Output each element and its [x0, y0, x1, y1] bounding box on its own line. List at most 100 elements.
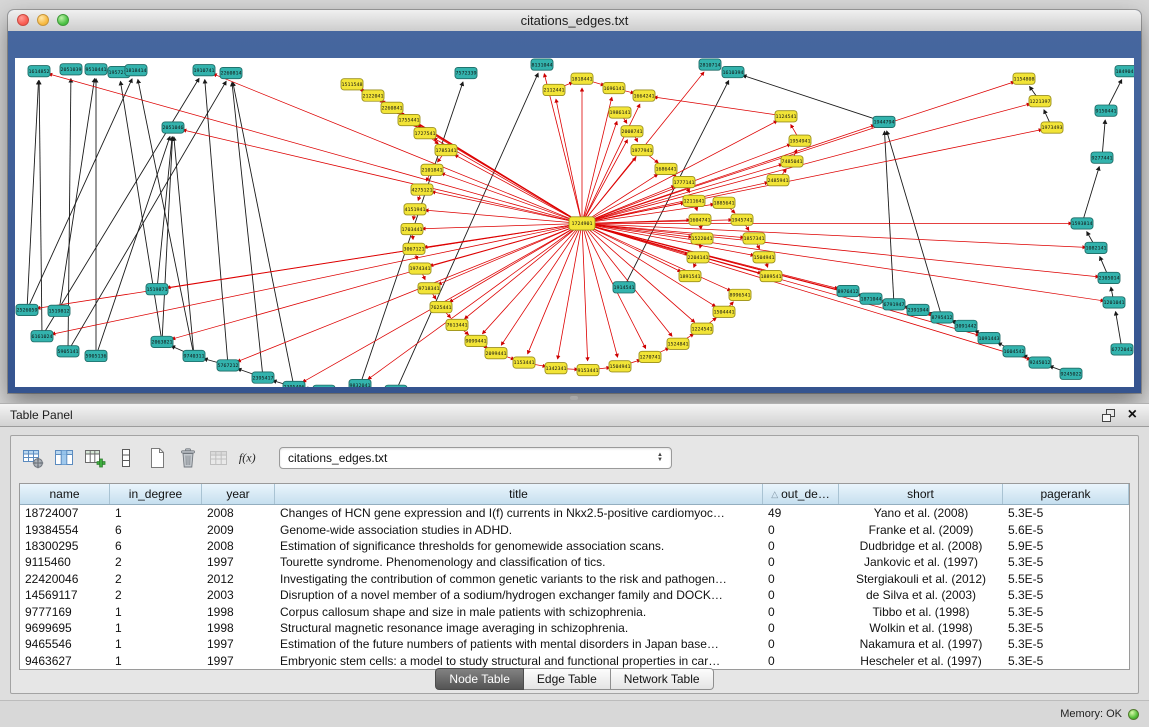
graph-edge[interactable] — [27, 81, 39, 310]
graph-edge[interactable] — [885, 131, 894, 304]
graph-node[interactable]: 1511548 — [341, 79, 363, 90]
graph-node[interactable]: 2204141 — [687, 252, 709, 263]
graph-node[interactable]: 1604542 — [1003, 346, 1025, 357]
graph-node[interactable]: 2305014 — [1098, 272, 1120, 283]
panel-splitter[interactable] — [0, 393, 1149, 403]
graph-node[interactable]: 1091443 — [978, 332, 1000, 343]
graph-node[interactable]: 2810714 — [699, 59, 721, 70]
graph-node[interactable]: 9245022 — [1060, 368, 1082, 379]
graph-node[interactable]: 2395406 — [283, 381, 305, 387]
graph-node[interactable]: 1914541 — [613, 282, 635, 293]
graph-node[interactable]: 5905136 — [85, 350, 107, 361]
graph-edge[interactable] — [582, 223, 1086, 247]
table-mode-button[interactable] — [21, 446, 45, 470]
graph-edge[interactable] — [558, 223, 582, 358]
column-header-out_de[interactable]: △out_de… — [763, 484, 839, 504]
column-header-in_degree[interactable]: in_degree — [110, 484, 202, 504]
graph-node[interactable]: 1153441 — [513, 357, 535, 368]
graph-node[interactable]: 1849041 — [1115, 66, 1134, 77]
graph-node[interactable]: 9099441 — [465, 335, 487, 346]
column-header-title[interactable]: title — [275, 484, 763, 504]
graph-node[interactable]: 1910741 — [193, 65, 215, 76]
graph-node[interactable]: 1342341 — [545, 363, 567, 374]
network-canvas-svg[interactable]: 1614852205103995104411957214181841419107… — [15, 58, 1134, 387]
graph-edge[interactable] — [1082, 167, 1099, 224]
table-row[interactable]: 946362711997Embryonic stem cells: a mode… — [20, 653, 1129, 669]
column-header-name[interactable]: name — [20, 484, 110, 504]
graph-node[interactable]: 2391944 — [907, 304, 929, 315]
graph-node[interactable]: 2063821 — [151, 336, 173, 347]
graph-node[interactable]: 2260814 — [220, 67, 242, 78]
graph-node[interactable]: 1703441 — [401, 223, 423, 234]
graph-node[interactable]: 1224541 — [691, 323, 713, 334]
graph-node[interactable]: 1891541 — [679, 270, 701, 281]
graph-node[interactable]: 2526059 — [16, 304, 38, 315]
graph-node[interactable]: 7625441 — [430, 301, 452, 312]
graph-edge[interactable] — [157, 137, 172, 289]
graph-edge[interactable] — [172, 223, 582, 339]
graph-edge[interactable] — [449, 223, 582, 302]
graph-node[interactable]: 1986141 — [609, 107, 631, 118]
graph-node[interactable]: 1664241 — [633, 90, 655, 101]
graph-node[interactable]: 1504941 — [753, 252, 775, 263]
zoom-window-button[interactable] — [57, 14, 69, 26]
splitter-handle-icon[interactable] — [570, 396, 578, 400]
close-window-button[interactable] — [17, 14, 29, 26]
graph-node[interactable]: 1614852 — [28, 66, 50, 77]
graph-node[interactable]: 1522041 — [691, 233, 713, 244]
graph-node[interactable]: 2051039 — [60, 64, 82, 75]
graph-node[interactable]: 9510441 — [85, 64, 107, 75]
graph-node[interactable]: 1082141 — [1085, 242, 1107, 253]
graph-edge[interactable] — [455, 155, 582, 224]
graph-node[interactable]: 8795412 — [931, 312, 953, 323]
graph-edge[interactable] — [213, 74, 582, 223]
graph-node[interactable]: 1755441 — [398, 114, 420, 125]
graph-node[interactable]: 6772041 — [1111, 344, 1133, 355]
new-table-button[interactable] — [145, 446, 169, 470]
graph-node[interactable]: 1519812 — [48, 305, 70, 316]
graph-node[interactable]: 1889541 — [760, 270, 782, 281]
graph-edge[interactable] — [42, 78, 199, 336]
graph-node[interactable]: 3091442 — [955, 320, 977, 331]
graph-node[interactable]: 1954941 — [789, 135, 811, 146]
graph-edge[interactable] — [49, 74, 582, 224]
graph-node[interactable]: 8976412 — [837, 285, 859, 296]
graph-node[interactable]: 1270741 — [639, 351, 661, 362]
graph-node[interactable]: 1154808 — [1013, 73, 1035, 84]
graph-node[interactable]: 1211641 — [683, 195, 705, 206]
graph-edge[interactable] — [183, 130, 582, 224]
graph-node[interactable]: 7485041 — [781, 156, 803, 167]
graph-node[interactable]: 1944794 — [873, 116, 895, 127]
graph-node[interactable]: 1519871 — [146, 284, 168, 295]
graph-node[interactable]: 2485941 — [767, 175, 789, 186]
table-row[interactable]: 1456911722003Disruption of a novel membe… — [20, 587, 1129, 603]
graph-node[interactable]: 5767212 — [217, 360, 239, 371]
table-row[interactable]: 1872400712008Changes of HCN gene express… — [20, 505, 1129, 521]
column-header-year[interactable]: year — [202, 484, 275, 504]
graph-node[interactable]: 6791947 — [883, 299, 905, 310]
graph-node[interactable]: 1919413 — [385, 385, 407, 387]
graph-node[interactable]: 2008741 — [621, 126, 643, 137]
graph-node[interactable]: 3067121 — [403, 243, 425, 254]
graph-node[interactable]: 1504441 — [713, 306, 735, 317]
graph-node[interactable]: 9277441 — [1091, 152, 1113, 163]
table-row[interactable]: 969969511998Structural magnetic resonanc… — [20, 620, 1129, 636]
graph-edge[interactable] — [174, 137, 194, 356]
graph-node[interactable]: 1945741 — [731, 214, 753, 225]
graph-node[interactable]: 1777141 — [673, 176, 695, 187]
graph-node[interactable]: 1818441 — [571, 73, 593, 84]
graph-node[interactable]: 1124541 — [775, 111, 797, 122]
graph-node[interactable]: 1818414 — [125, 65, 147, 76]
graph-edge[interactable] — [59, 79, 95, 311]
graph-node[interactable]: 1593814 — [1071, 218, 1093, 229]
graph-edge[interactable] — [556, 99, 582, 223]
graph-edge[interactable] — [582, 223, 1099, 276]
graph-node[interactable]: 6161024 — [31, 331, 53, 342]
graph-node[interactable]: 1221397 — [1029, 96, 1051, 107]
graph-node[interactable]: 1610394 — [722, 66, 744, 77]
column-header-pagerank[interactable]: pagerank — [1003, 484, 1129, 504]
graph-node[interactable]: 1973493 — [1041, 122, 1063, 133]
graph-edge[interactable] — [582, 223, 672, 336]
graph-node[interactable]: 1857341 — [743, 233, 765, 244]
table-row[interactable]: 1830029562008Estimation of significance … — [20, 538, 1129, 554]
